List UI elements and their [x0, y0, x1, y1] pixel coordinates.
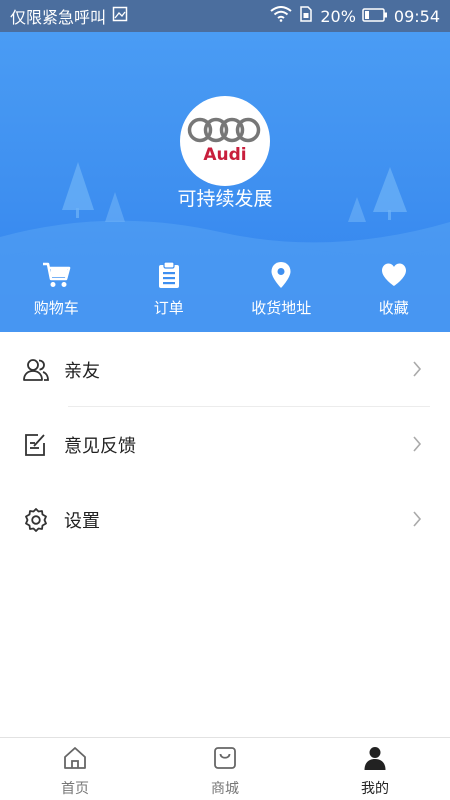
battery-text: 20% [320, 6, 356, 26]
status-bar: 仅限紧急呼叫 20% 09:54 [0, 0, 450, 32]
tab-home-label: 首页 [61, 781, 89, 797]
audi-rings-logo [187, 117, 261, 143]
quick-action-address-label: 收货地址 [251, 299, 312, 317]
wifi-icon [270, 6, 292, 26]
menu-item-settings[interactable]: 设置 [0, 482, 450, 557]
clock-text: 09:54 [393, 6, 440, 26]
bottom-tab-bar: 首页 商城 我的 [0, 737, 450, 800]
menu-item-feedback[interactable]: 意见反馈 [0, 407, 450, 482]
tab-mine-label: 我的 [361, 781, 389, 797]
quick-action-cart-label: 购物车 [33, 299, 79, 317]
quick-action-orders[interactable]: 订单 [113, 258, 226, 332]
menu-item-feedback-label: 意见反馈 [64, 435, 136, 457]
quick-action-favorites[interactable]: 收藏 [338, 258, 450, 332]
heart-icon [380, 258, 408, 292]
profile-header: Audi 可持续发展 购物车 订单 收货地址 收藏 [0, 32, 450, 332]
battery-icon [362, 7, 388, 26]
cart-icon [41, 258, 71, 292]
quick-action-address[interactable]: 收货地址 [225, 258, 338, 332]
feedback-edit-icon [22, 431, 50, 459]
quick-actions: 购物车 订单 收货地址 收藏 [0, 258, 450, 332]
quick-action-favorites-label: 收藏 [378, 299, 409, 317]
menu-item-settings-label: 设置 [64, 510, 100, 532]
chevron-right-icon [412, 360, 422, 382]
avatar-brand-text: Audi [203, 145, 247, 165]
sim-card-icon [298, 6, 314, 26]
status-right: 20% 09:54 [270, 6, 440, 26]
menu-item-friends[interactable]: 亲友 [0, 332, 450, 407]
quick-action-cart[interactable]: 购物车 [0, 258, 113, 332]
profile-name: 可持续发展 [177, 188, 273, 210]
status-left: 仅限紧急呼叫 [10, 4, 128, 28]
tab-mine[interactable]: 我的 [300, 738, 450, 800]
gear-icon [22, 506, 50, 534]
tab-home[interactable]: 首页 [0, 738, 150, 800]
tab-mall[interactable]: 商城 [150, 738, 300, 800]
tab-mall-label: 商城 [211, 781, 239, 797]
shopping-bag-icon [212, 744, 238, 772]
chevron-right-icon [412, 510, 422, 532]
carrier-text: 仅限紧急呼叫 [10, 8, 107, 27]
friends-icon [22, 356, 50, 384]
home-icon [62, 744, 88, 772]
menu-list: 亲友 意见反馈 设置 [0, 332, 450, 737]
chevron-right-icon [412, 435, 422, 457]
person-icon [362, 744, 388, 772]
menu-item-friends-label: 亲友 [64, 360, 100, 382]
order-clipboard-icon [157, 258, 181, 292]
avatar[interactable]: Audi [180, 96, 270, 186]
location-pin-icon [270, 258, 292, 292]
screenshot-icon [112, 6, 128, 26]
quick-action-orders-label: 订单 [153, 299, 184, 317]
